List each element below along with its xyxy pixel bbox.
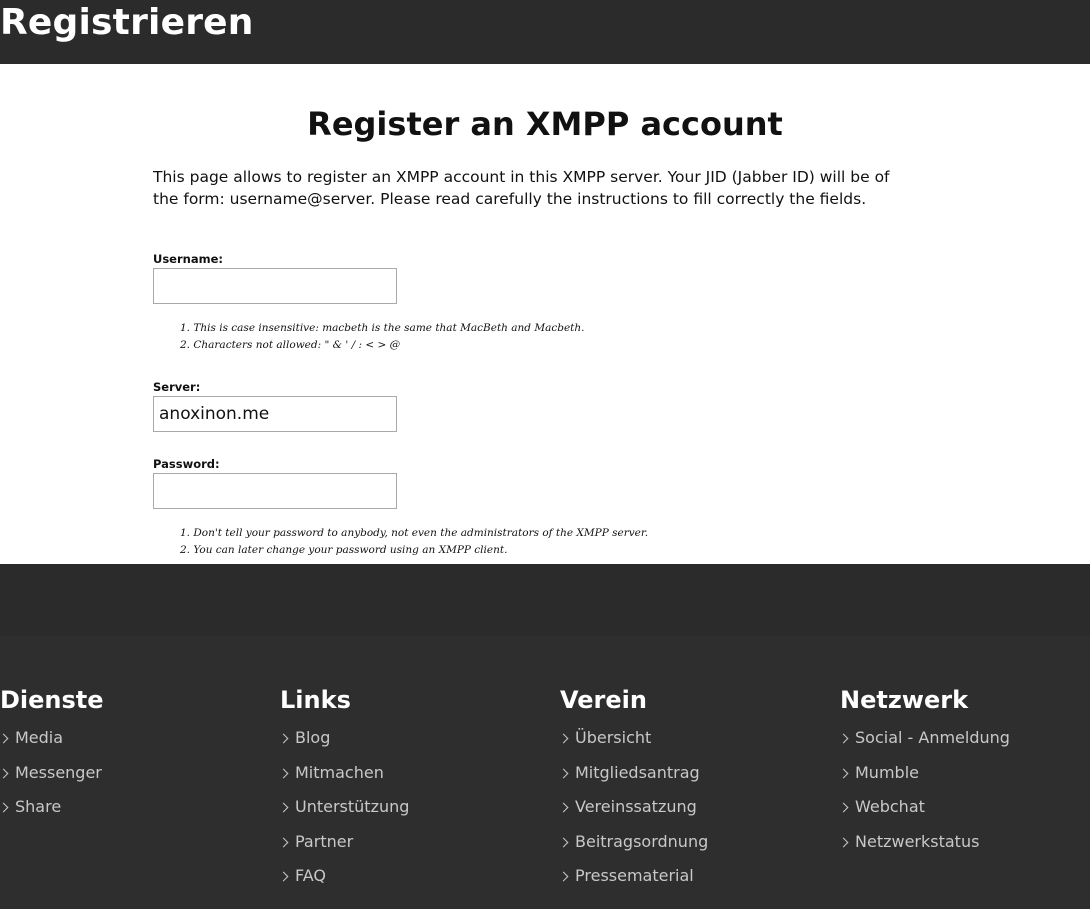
footer-link-label[interactable]: Übersicht <box>575 726 651 750</box>
footer-link-uebersicht[interactable]: Übersicht <box>558 726 830 761</box>
footer-link-label[interactable]: Unterstützung <box>295 795 409 819</box>
footer-link-label[interactable]: Webchat <box>855 795 925 819</box>
chevron-right-icon <box>278 871 289 882</box>
footer-column-title: Netzwerk <box>840 686 969 714</box>
username-input[interactable] <box>153 268 397 304</box>
chevron-right-icon <box>838 802 849 813</box>
footer-link-label[interactable]: Share <box>15 795 61 819</box>
footer-column-links: Links Blog Mitmachen Unterstützung Partn… <box>278 684 550 899</box>
footer-link-label[interactable]: Mitmachen <box>295 761 384 785</box>
footer-link-netzwerkstatus[interactable]: Netzwerkstatus <box>838 830 1090 865</box>
chevron-right-icon <box>278 768 289 778</box>
footer-link-label[interactable]: Netzwerkstatus <box>855 830 979 854</box>
footer-column-title: Dienste <box>0 686 104 714</box>
footer-column-netzwerk: Netzwerk Social - Anmeldung Mumble Webch… <box>838 684 1090 865</box>
chevron-right-icon <box>558 837 569 847</box>
footer-link-messenger[interactable]: Messenger <box>0 761 270 796</box>
username-notes: 1. This is case insensitive: macbeth is … <box>180 320 585 354</box>
chevron-right-icon <box>838 837 849 847</box>
footer-link-label[interactable]: Mumble <box>855 761 919 785</box>
footer-link-label[interactable]: Social - Anmeldung <box>855 726 1010 750</box>
server-label: Server: <box>153 380 201 394</box>
chevron-right-icon <box>0 733 9 744</box>
intro-text: This page allows to register an XMPP acc… <box>153 168 890 208</box>
chevron-right-icon <box>838 768 849 778</box>
footer-link-media[interactable]: Media <box>0 726 270 761</box>
chevron-right-icon <box>278 802 289 813</box>
footer-link-label[interactable]: Vereinssatzung <box>575 795 697 819</box>
password-input[interactable] <box>153 473 397 509</box>
chevron-right-icon <box>278 733 289 744</box>
registration-content: Register an XMPP account This page allow… <box>0 64 1090 564</box>
chevron-right-icon <box>558 871 569 882</box>
chevron-right-icon <box>838 733 849 744</box>
password-label: Password: <box>153 457 220 471</box>
footer-link-mumble[interactable]: Mumble <box>838 761 1090 796</box>
footer-link-label[interactable]: Mitgliedsantrag <box>575 761 700 785</box>
footer-link-label[interactable]: Blog <box>295 726 330 750</box>
footer-link-share[interactable]: Share <box>0 795 270 830</box>
footer-link-vereinssatzung[interactable]: Vereinssatzung <box>558 795 830 830</box>
footer-column-title: Links <box>280 686 351 714</box>
footer-link-blog[interactable]: Blog <box>278 726 550 761</box>
site-footer: Dienste Media Messenger Share Links Blog… <box>0 636 1090 909</box>
footer-link-pressematerial[interactable]: Pressematerial <box>558 864 830 899</box>
page-title: Registrieren <box>0 2 254 43</box>
footer-link-label[interactable]: FAQ <box>295 864 326 888</box>
password-note: 2. You can later change your password us… <box>180 544 508 556</box>
footer-link-label[interactable]: Media <box>15 726 63 750</box>
footer-link-label[interactable]: Partner <box>295 830 353 854</box>
username-note: 2. Characters not allowed: " & ' / : < >… <box>180 339 401 351</box>
footer-link-social-anmeldung[interactable]: Social - Anmeldung <box>838 726 1090 761</box>
page-header: Registrieren <box>0 0 1090 64</box>
footer-column-dienste: Dienste Media Messenger Share <box>0 684 270 830</box>
form-heading: Register an XMPP account <box>307 105 783 143</box>
footer-link-beitragsordnung[interactable]: Beitragsordnung <box>558 830 830 865</box>
password-note: 1. Don't tell your password to anybody, … <box>180 527 649 539</box>
footer-link-mitgliedsantrag[interactable]: Mitgliedsantrag <box>558 761 830 796</box>
footer-link-mitmachen[interactable]: Mitmachen <box>278 761 550 796</box>
chevron-right-icon <box>278 837 289 847</box>
username-label: Username: <box>153 252 223 266</box>
footer-link-partner[interactable]: Partner <box>278 830 550 865</box>
chevron-right-icon <box>558 768 569 778</box>
footer-column-title: Verein <box>560 686 647 714</box>
chevron-right-icon <box>558 733 569 744</box>
footer-link-label[interactable]: Pressematerial <box>575 864 694 888</box>
footer-link-label[interactable]: Messenger <box>15 761 102 785</box>
password-notes: 1. Don't tell your password to anybody, … <box>180 525 648 559</box>
footer-link-label[interactable]: Beitragsordnung <box>575 830 708 854</box>
footer-spacer <box>0 564 1090 636</box>
footer-link-faq[interactable]: FAQ <box>278 864 550 899</box>
footer-link-unterstuetzung[interactable]: Unterstützung <box>278 795 550 830</box>
footer-link-webchat[interactable]: Webchat <box>838 795 1090 830</box>
username-note: 1. This is case insensitive: macbeth is … <box>180 322 585 334</box>
chevron-right-icon <box>558 802 569 813</box>
server-input[interactable] <box>153 396 397 432</box>
footer-column-verein: Verein Übersicht Mitgliedsantrag Vereins… <box>558 684 830 899</box>
chevron-right-icon <box>0 768 9 778</box>
chevron-right-icon <box>0 802 9 813</box>
